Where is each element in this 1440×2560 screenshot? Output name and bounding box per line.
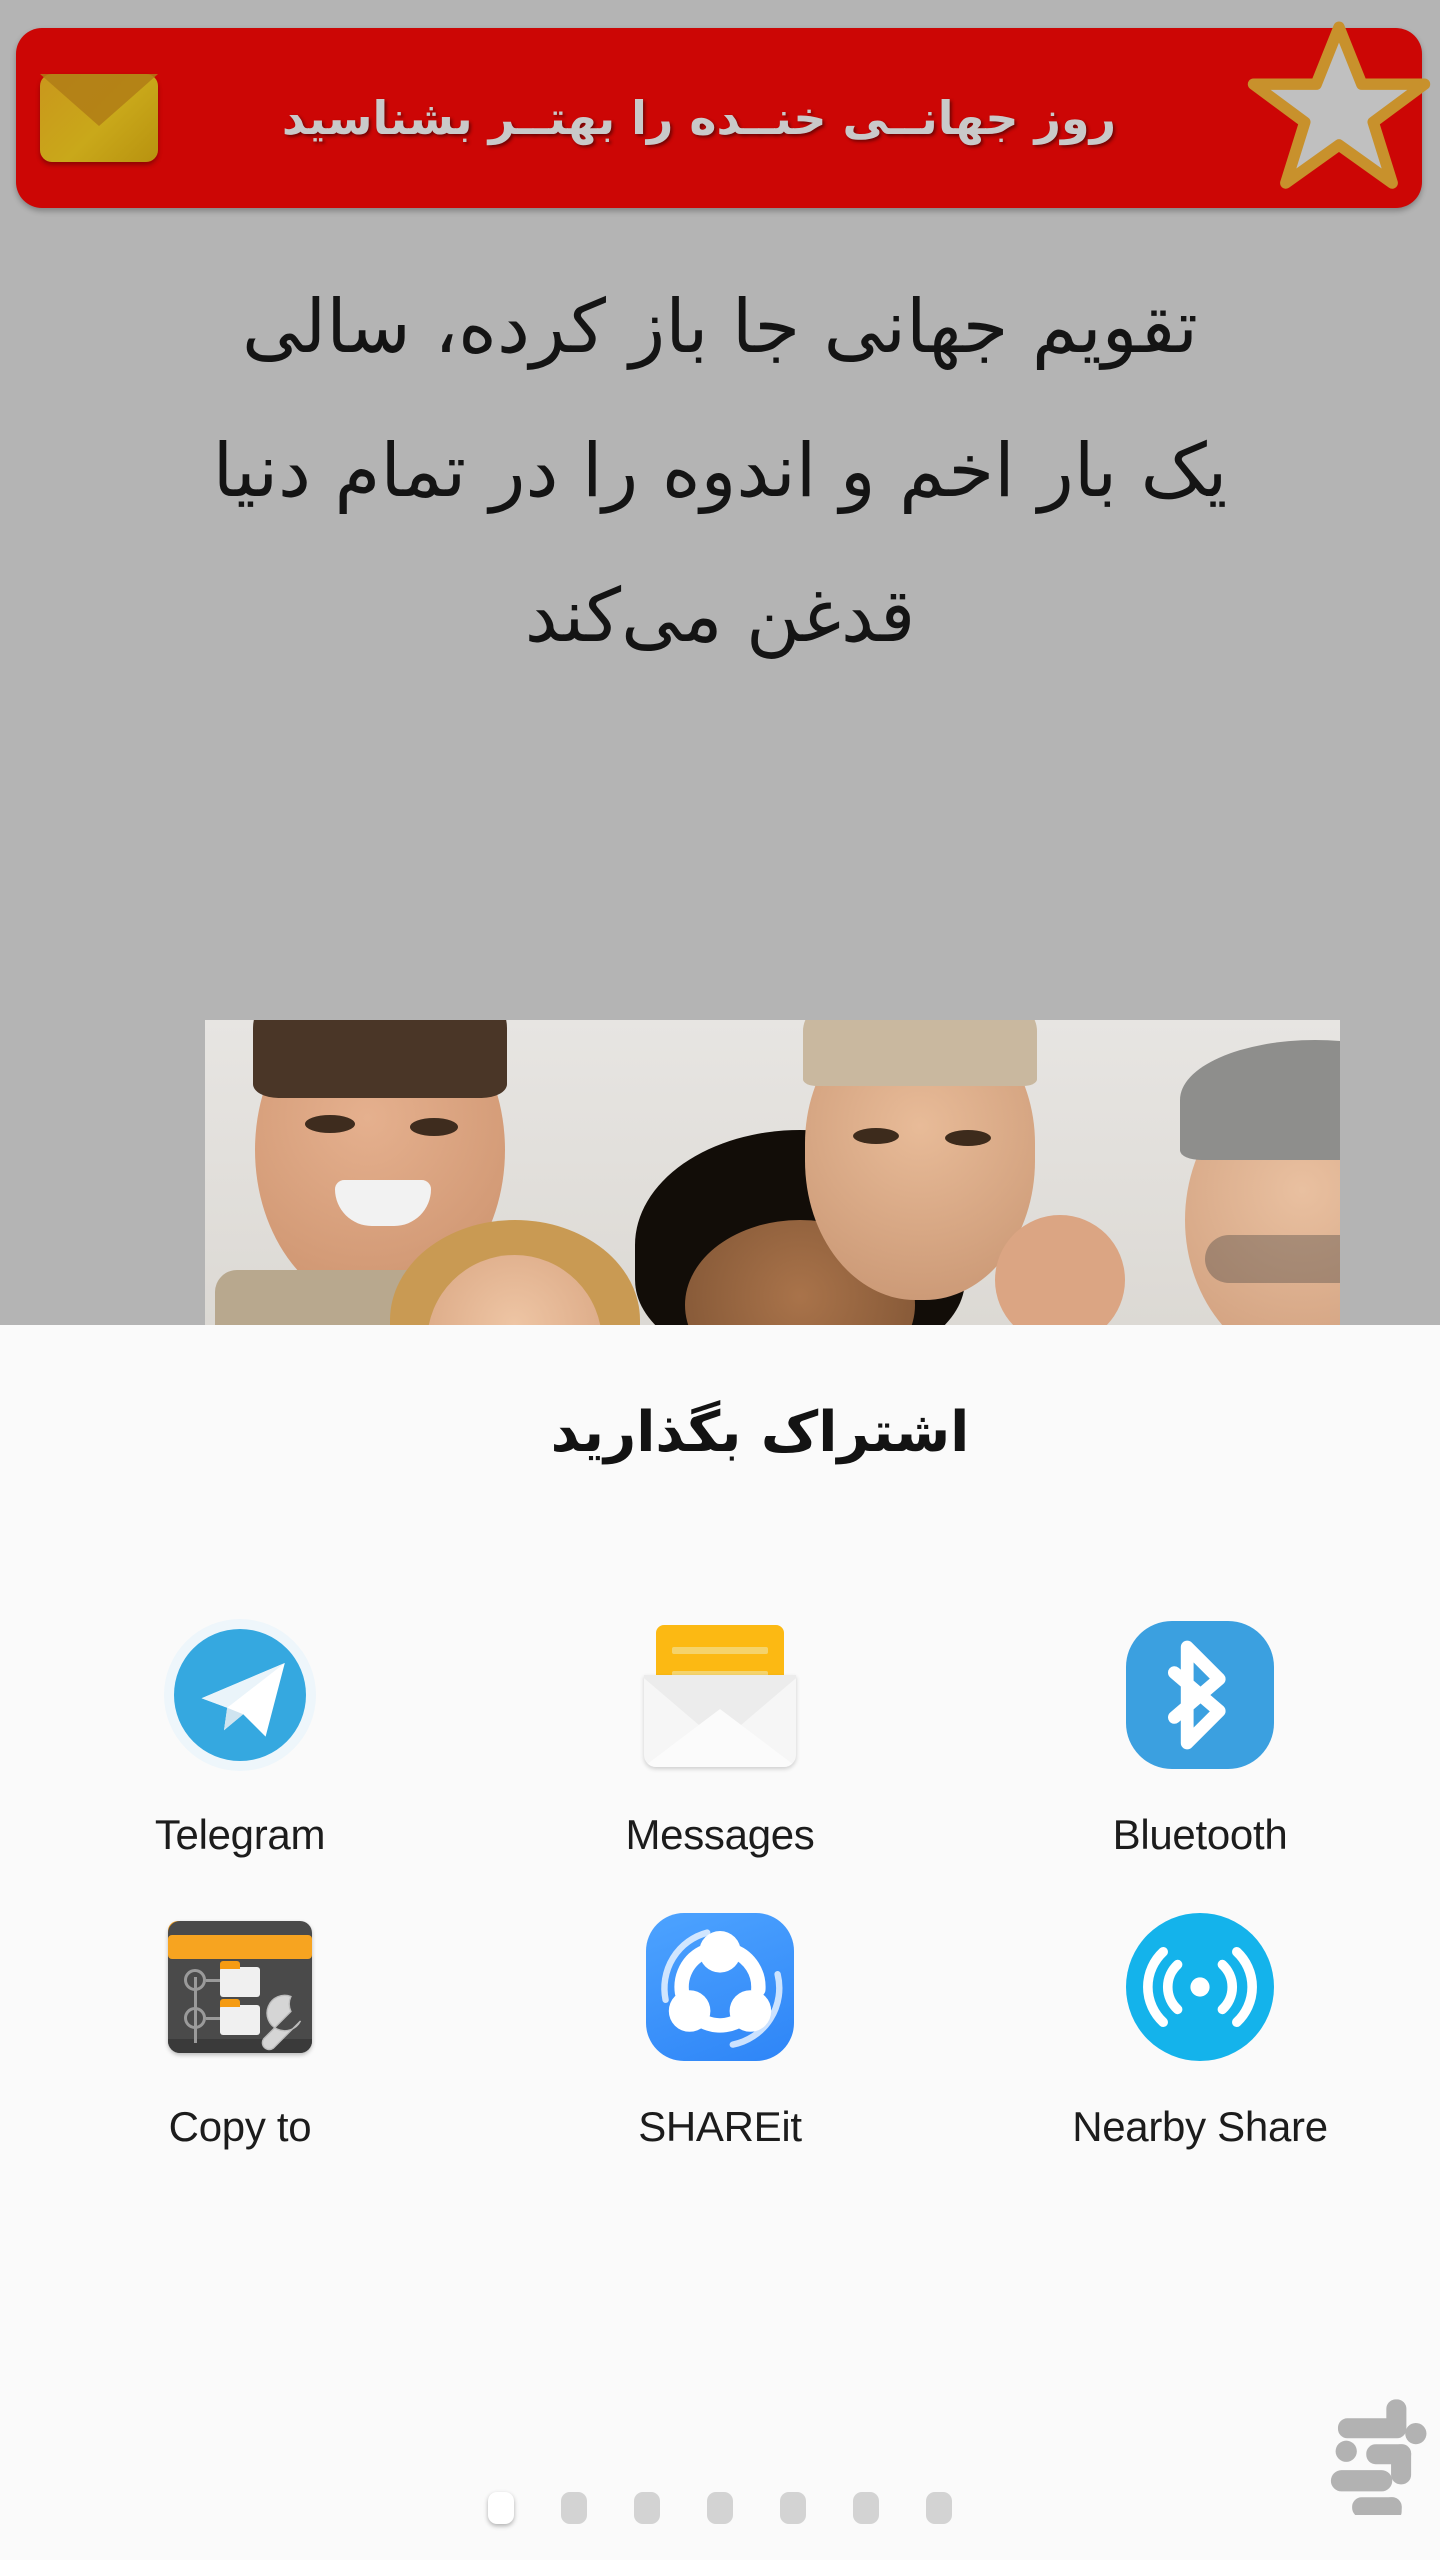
app-background: روز جهانــی خنــده را بهتــر بشناسید تقو… — [0, 0, 1440, 1325]
page-dot[interactable] — [780, 2492, 806, 2524]
share-target-label: SHAREit — [638, 2103, 802, 2150]
share-target-label: Copy to — [168, 2103, 312, 2150]
star-icon[interactable] — [1244, 12, 1434, 202]
page-dot[interactable] — [707, 2492, 733, 2524]
share-target-telegram[interactable]: Telegram — [0, 1615, 480, 1859]
share-target-copy-to[interactable]: Copy to — [0, 1907, 480, 2151]
quote-line-3: قدغن می‌کند — [524, 572, 916, 659]
share-target-grid: Telegram Messages Bluetooth Copy to SHAR… — [0, 1615, 1440, 2151]
page-dot[interactable] — [488, 2492, 514, 2524]
telegram-icon — [160, 1615, 320, 1775]
app-watermark-logo — [1330, 2399, 1427, 2515]
share-target-bluetooth[interactable]: Bluetooth — [960, 1615, 1440, 1859]
share-target-label: Nearby Share — [1072, 2103, 1328, 2150]
article-quote: تقویم جهانی جا باز کرده، سالی یک بار اخم… — [0, 255, 1440, 688]
bluetooth-icon — [1120, 1615, 1280, 1775]
nearby-share-icon — [1120, 1907, 1280, 2067]
page-dot[interactable] — [853, 2492, 879, 2524]
page-dot[interactable] — [561, 2492, 587, 2524]
quote-line-1: تقویم جهانی جا باز کرده، سالی — [241, 284, 1198, 370]
share-target-label: Messages — [625, 1811, 815, 1858]
share-target-label: Telegram — [154, 1811, 326, 1858]
page-indicator[interactable] — [0, 2492, 1440, 2524]
quote-line-2: یک بار اخم و اندوه را در تمام دنیا — [212, 428, 1228, 515]
share-sheet-title: اشتراک بگذارید — [550, 1400, 970, 1465]
header-banner[interactable]: روز جهانــی خنــده را بهتــر بشناسید — [16, 21, 1431, 208]
article-photo — [205, 1020, 1340, 1325]
shareit-icon — [640, 1907, 800, 2067]
page-dot[interactable] — [634, 2492, 660, 2524]
share-target-messages[interactable]: Messages — [480, 1615, 960, 1859]
page-title: روز جهانــی خنــده را بهتــر بشناسید — [281, 91, 1117, 145]
share-target-nearby-share[interactable]: Nearby Share — [960, 1907, 1440, 2151]
page-dot[interactable] — [926, 2492, 952, 2524]
share-target-shareit[interactable]: SHAREit — [480, 1907, 960, 2151]
share-sheet: اشتراک بگذارید Telegram Messages Bluetoo… — [0, 1325, 1440, 2560]
messages-icon — [640, 1615, 800, 1775]
share-target-label: Bluetooth — [1112, 1811, 1288, 1858]
copy-to-icon — [160, 1907, 320, 2067]
